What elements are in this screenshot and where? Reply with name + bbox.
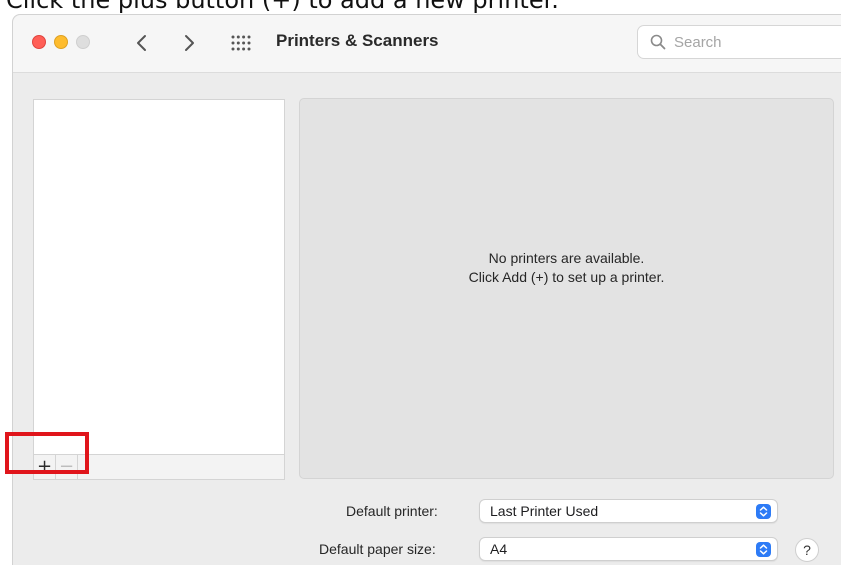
popup-chevron-icon (756, 542, 771, 557)
add-button-highlight (5, 432, 89, 474)
title-bar: Printers & Scanners (13, 15, 841, 73)
popup-chevron-icon (756, 504, 771, 519)
chevron-right-icon[interactable] (180, 33, 198, 53)
grid-icon[interactable] (231, 35, 251, 51)
paper-size-label: Default paper size: (319, 541, 436, 557)
instruction-caption: Click the plus button (+) to add a new p… (6, 0, 559, 14)
printer-list[interactable] (33, 99, 285, 454)
printer-detail-pane: No printers are available. Click Add (+)… (299, 98, 834, 479)
empty-state-line1: No printers are available. (488, 250, 645, 266)
help-button[interactable]: ? (795, 538, 819, 562)
search-input[interactable] (674, 32, 834, 52)
printers-window: Printers & Scanners + − No printers are … (12, 14, 841, 565)
empty-state-line2: Click Add (+) to set up a printer. (468, 269, 665, 285)
close-button[interactable] (32, 35, 46, 49)
paper-size-value: A4 (490, 541, 508, 557)
chevron-left-icon[interactable] (133, 33, 151, 53)
window-title: Printers & Scanners (276, 31, 439, 50)
default-printer-value: Last Printer Used (490, 503, 599, 519)
empty-state-message: No printers are available. Click Add (+)… (300, 249, 833, 287)
paper-size-popup[interactable]: A4 (479, 537, 778, 561)
search-field[interactable] (637, 25, 841, 59)
zoom-button[interactable] (76, 35, 90, 49)
minimize-button[interactable] (54, 35, 68, 49)
default-printer-popup[interactable]: Last Printer Used (479, 499, 778, 523)
magnifying-glass-icon (650, 34, 666, 50)
default-printer-label: Default printer: (346, 503, 438, 519)
